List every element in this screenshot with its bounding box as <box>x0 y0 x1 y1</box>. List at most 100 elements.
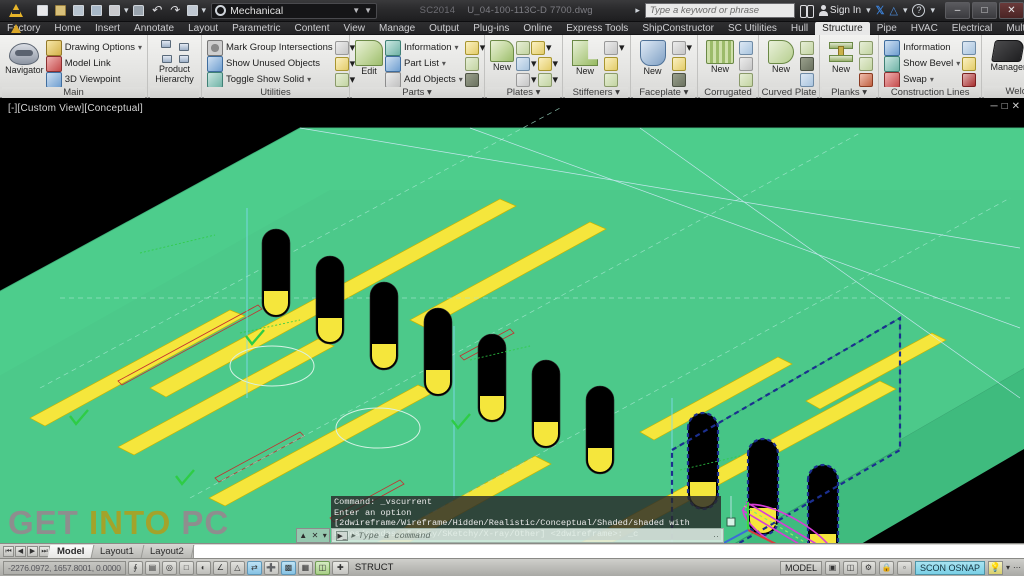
ribbon-tab-content[interactable]: Content <box>287 22 336 35</box>
ribbon-tab-electrical[interactable]: Electrical <box>945 22 1000 35</box>
autodesk-360-icon[interactable]: △ <box>889 4 897 17</box>
stiffener-tool-2-icon[interactable] <box>604 56 618 71</box>
part-list-button[interactable]: Part List ▾ <box>385 55 463 72</box>
corrugated-tool-2-icon[interactable] <box>739 56 754 71</box>
new-faceplate-button[interactable]: New <box>636 39 670 77</box>
ribbon-tab-insert[interactable]: Insert <box>88 22 127 35</box>
binoculars-icon[interactable] <box>799 5 814 18</box>
ribbon-tab-express-tools[interactable]: Express Tools <box>559 22 635 35</box>
annotation-scale-icon[interactable]: ◫ <box>842 560 858 575</box>
corrugated-tool-3-icon[interactable] <box>739 72 754 87</box>
lock-ui-icon[interactable]: 🔒 <box>878 560 894 575</box>
new-corrugated-plate-button[interactable]: New <box>703 39 737 75</box>
show-bevel-button[interactable]: Show Bevel ▾ <box>884 55 960 72</box>
faceplate-tool-1-dropdown-icon[interactable]: ▾ <box>687 41 693 54</box>
status-bar-overflow-icon[interactable]: ⋯ <box>1013 563 1021 572</box>
new-document-button[interactable] <box>34 2 51 19</box>
undo-button[interactable]: ↶ <box>148 2 165 19</box>
maximize-button[interactable]: □ <box>972 2 997 19</box>
a360-dropdown-icon[interactable]: ▾ <box>903 5 908 16</box>
hardware-accel-icon[interactable]: ▫ <box>896 560 912 575</box>
object-snap-tracking-toggle[interactable]: ⇄ <box>246 560 262 575</box>
add-objects-dropdown-icon[interactable]: ▾ <box>459 75 463 84</box>
drawing-viewport[interactable]: [-][Custom View][Conceptual] ─ □ ✕ GET I… <box>0 98 1024 543</box>
command-input-bar[interactable]: ▶_ ▸ Type a command ·· <box>331 528 724 543</box>
information-button[interactable]: Information ▾ <box>385 39 463 56</box>
chevron-down-icon[interactable]: ▼ <box>350 6 362 15</box>
ribbon-tab-factory[interactable]: Factory <box>0 22 47 35</box>
help-dropdown-icon[interactable]: ▾ <box>930 5 935 16</box>
stiffener-tool-1-icon[interactable] <box>604 40 618 55</box>
snap-mode-toggle[interactable]: ▤ <box>144 560 160 575</box>
scon-osnap-toggle[interactable]: SCON OSNAP <box>914 560 985 575</box>
plate-tool-4-icon[interactable] <box>537 56 552 71</box>
ribbon-tab-annotate[interactable]: Annotate <box>127 22 181 35</box>
cl-tool-2-icon[interactable] <box>962 56 977 71</box>
plate-tool-2-icon[interactable] <box>531 40 545 55</box>
cl-tool-1-icon[interactable] <box>962 40 977 55</box>
viewport-config-icon[interactable]: ▣ <box>824 560 840 575</box>
sign-in-dropdown-icon[interactable]: ▾ <box>866 5 871 16</box>
faceplate-tool-2-icon[interactable] <box>671 56 686 71</box>
clean-screen-icon[interactable]: 💡 <box>987 560 1003 575</box>
transparency-toggle[interactable]: ◫ <box>314 560 330 575</box>
plank-tool-1-icon[interactable] <box>859 40 874 55</box>
command-settings-icon[interactable]: ▾ <box>323 531 327 540</box>
save-button[interactable] <box>70 2 87 19</box>
part-tool-1-icon[interactable] <box>464 40 479 55</box>
ribbon-tab-online[interactable]: Online <box>516 22 559 35</box>
plank-tool-3-icon[interactable] <box>859 72 874 87</box>
batch-plot-dropdown-icon[interactable]: ▾ <box>202 5 207 16</box>
lineweight-toggle[interactable]: ▦ <box>297 560 313 575</box>
part-list-dropdown-icon[interactable]: ▾ <box>442 59 446 68</box>
sign-in-button[interactable]: Sign In <box>818 5 861 16</box>
grid-display-toggle[interactable]: ◎ <box>161 560 177 575</box>
ribbon-tab-shipconstructor[interactable]: ShipConstructor <box>635 22 721 35</box>
ribbon-tab-plug-ins[interactable]: Plug-ins <box>466 22 516 35</box>
plate-tool-3-icon[interactable] <box>516 56 530 71</box>
3d-object-snap-toggle[interactable]: △ <box>229 560 245 575</box>
ribbon-tab-output[interactable]: Output <box>422 22 466 35</box>
command-prompt-icon[interactable]: ▶_ <box>336 530 348 541</box>
plate-tool-5-dropdown-icon[interactable]: ▾ <box>531 73 537 86</box>
save-as-button[interactable] <box>88 2 105 19</box>
model-link-button[interactable]: Model Link <box>45 55 142 72</box>
viewport-label[interactable]: [-][Custom View][Conceptual] <box>8 103 143 114</box>
ribbon-tab-layout[interactable]: Layout <box>181 22 225 35</box>
minimize-button[interactable]: – <box>945 2 970 19</box>
drawing-options-dropdown-icon[interactable]: ▾ <box>138 43 142 52</box>
layout-tab-layout2[interactable]: Layout2 <box>140 544 195 558</box>
ribbon-tab-view[interactable]: View <box>337 22 373 35</box>
infer-constraints-toggle[interactable]: ∮ <box>127 560 143 575</box>
search-expand-icon[interactable]: ▸ <box>635 5 640 16</box>
print-button[interactable] <box>130 2 147 19</box>
new-plate-button[interactable]: New <box>490 39 514 73</box>
workspace-selector[interactable]: Mechanical ▼ ▼ <box>211 2 378 19</box>
layout-tab-model[interactable]: Model <box>47 544 95 558</box>
command-overflow-icon[interactable]: ·· <box>713 531 719 541</box>
polar-tracking-toggle[interactable]: ◐ <box>195 560 211 575</box>
part-tool-3-icon[interactable] <box>464 72 479 87</box>
layout-prev-button[interactable]: ◀ <box>15 545 26 557</box>
information-dropdown-icon[interactable]: ▾ <box>455 43 459 52</box>
exchange-apps-icon[interactable]: 𝕏 <box>876 4 885 17</box>
drawing-options-button[interactable]: Drawing Options ▾ <box>45 39 142 56</box>
cl-tool-3-icon[interactable] <box>962 72 977 87</box>
plate-tool-4-dropdown-icon[interactable]: ▾ <box>553 57 559 70</box>
new-plank-button[interactable]: New <box>825 39 857 75</box>
ortho-mode-toggle[interactable]: □ <box>178 560 194 575</box>
corrugated-tool-1-icon[interactable] <box>739 40 754 55</box>
plate-tool-6-dropdown-icon[interactable]: ▾ <box>553 73 559 86</box>
utility-icon-2[interactable] <box>334 56 349 71</box>
search-input[interactable]: Type a keyword or phrase <box>644 3 795 18</box>
plate-tool-3-dropdown-icon[interactable]: ▾ <box>531 57 537 70</box>
viewport-maximize-icon[interactable]: □ <box>1002 101 1008 112</box>
part-tool-2-icon[interactable] <box>464 56 479 71</box>
plot-preview-button[interactable] <box>106 2 123 19</box>
layout-first-button[interactable]: ⏮ <box>3 545 14 557</box>
cl-information-button[interactable]: Information <box>884 39 960 56</box>
swap-button[interactable]: Swap ▾ <box>884 71 960 88</box>
plate-tool-5-icon[interactable] <box>516 72 530 87</box>
current-layer-label[interactable]: STRUCT <box>351 562 398 573</box>
object-snap-toggle[interactable]: ∠ <box>212 560 228 575</box>
